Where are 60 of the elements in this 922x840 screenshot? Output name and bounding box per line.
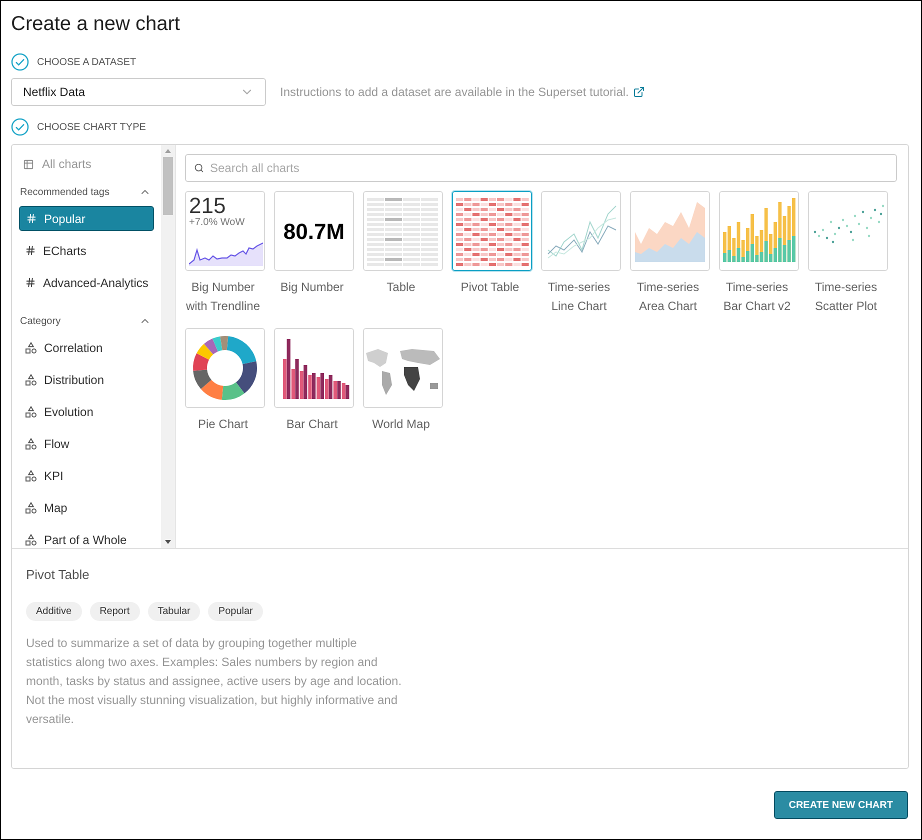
details-title: Pivot Table	[26, 566, 90, 584]
hash-icon	[25, 245, 36, 256]
step-label: CHOOSE CHART TYPE	[37, 120, 146, 134]
chart-name[interactable]: Big Number	[272, 278, 352, 297]
chart-name[interactable]: Time-series Area Chart	[628, 278, 708, 316]
instructions-text: Instructions to add a dataset are available in the Superset tutorial.	[280, 84, 629, 101]
step-label: CHOOSE A DATASET	[37, 56, 136, 70]
sidebar-item[interactable]: Popular	[19, 206, 154, 231]
shapes-icon	[25, 470, 37, 482]
search-icon	[194, 163, 204, 173]
shapes-icon	[25, 374, 37, 386]
sidebar-item[interactable]: Advanced-Analytics	[19, 270, 154, 295]
page-title: Create a new chart	[11, 12, 181, 37]
sidebar-item[interactable]: KPI	[19, 463, 154, 488]
check-circle-icon	[11, 53, 29, 71]
search-field[interactable]: Search all charts	[185, 154, 897, 182]
shapes-icon	[25, 534, 37, 546]
chart-name[interactable]: Time-series Line Chart	[539, 278, 619, 316]
hash-icon	[26, 213, 37, 224]
chart-thumbnail[interactable]: 80.7M	[274, 191, 354, 271]
scrollbar[interactable]	[161, 145, 175, 548]
chart-name[interactable]: Pivot Table	[450, 278, 530, 297]
table-icon	[23, 158, 34, 170]
sidebar-item[interactable]: Evolution	[19, 399, 154, 424]
dataset-select[interactable]: Netflix Data	[11, 78, 266, 106]
hash-icon	[25, 277, 36, 288]
check-circle-icon	[11, 118, 29, 136]
chart-name[interactable]: Pie Chart	[183, 415, 263, 434]
tag-chip: Popular	[208, 602, 263, 620]
shapes-icon	[25, 438, 37, 450]
sidebar-item[interactable]: Flow	[19, 431, 154, 456]
external-link-icon[interactable]	[632, 86, 645, 98]
scrollbar-thumb[interactable]	[163, 157, 173, 215]
create-chart-button[interactable]: CREATE NEW CHART	[774, 791, 908, 819]
section-heading: Category	[20, 314, 61, 328]
tag-chip: Additive	[26, 602, 82, 620]
scroll-down-arrow-icon[interactable]	[165, 540, 171, 544]
shapes-icon	[25, 406, 37, 418]
tag-chip: Report	[90, 602, 140, 620]
chart-name[interactable]: Bar Chart	[272, 415, 352, 434]
chart-name[interactable]: Time-series Scatter Plot	[806, 278, 886, 316]
shapes-icon	[25, 342, 37, 354]
sidebar-item[interactable]: Part of a Whole	[19, 527, 154, 552]
chart-name[interactable]: Table	[361, 278, 441, 297]
chart-name[interactable]: World Map	[361, 415, 441, 434]
big-number-text: 215	[189, 193, 226, 218]
tag-chip: Tabular	[148, 602, 200, 620]
chart-description: Used to summarize a set of data by grouping together multiple statistics along two axes. Examples: Sales numbers by region and month, tasks by status and assignee, active users by age and location. Not the most visually stunning visualization, but highly informative and versatile.	[26, 634, 403, 728]
change-text: +7.0% WoW	[189, 217, 245, 229]
sidebar-item[interactable]: Distribution	[19, 367, 154, 392]
scroll-up-arrow-icon[interactable]	[165, 149, 171, 153]
chart-thumbnail[interactable]: 215 +7.0% WoW	[185, 191, 265, 271]
shapes-icon	[25, 502, 37, 514]
chart-name[interactable]: Big Number with Trendline	[183, 278, 263, 316]
big-number-text: 80.7M	[283, 218, 345, 246]
chart-name[interactable]: Time-series Bar Chart v2	[717, 278, 797, 316]
sidebar-item[interactable]: Correlation	[19, 335, 154, 360]
sidebar-item[interactable]: Map	[19, 495, 154, 520]
sidebar-item[interactable]: ECharts	[19, 238, 154, 263]
section-heading: Recommended tags	[20, 186, 110, 200]
